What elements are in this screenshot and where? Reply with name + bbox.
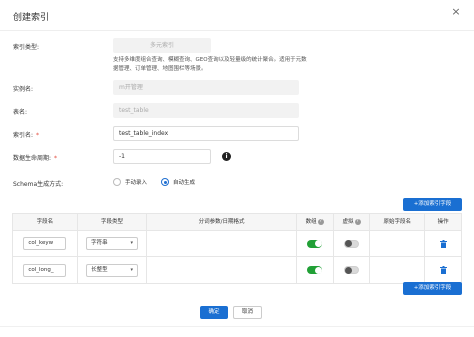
array-toggle[interactable]: [307, 266, 323, 274]
index-type-help: 支持多维度组合查询、模糊查询、GEO查询以及轻量级的统计聚合。适用于元数据管理、…: [113, 57, 307, 72]
radio-auto-label[interactable]: 自动生成: [173, 178, 195, 186]
help-icon[interactable]: ?: [317, 218, 324, 225]
footer-divider: [0, 326, 474, 327]
cell-field-type: 字符串 ▾: [78, 231, 148, 256]
table-name-field: test_table: [113, 103, 299, 118]
cell-virtual: [334, 257, 371, 283]
index-name-input[interactable]: test_table_index: [113, 126, 299, 141]
instance-field: m开管理: [113, 80, 299, 95]
schema-mode-label: Schema生成方式:: [13, 181, 64, 188]
ttl-label-text: 数据生命周期:: [13, 155, 52, 162]
schema-mode-radios: 手动录入 自动生成: [113, 178, 195, 186]
table-row: col_keyw 字符串 ▾: [13, 231, 461, 257]
required-mark: *: [54, 155, 58, 162]
th-field-name: 字段名: [13, 214, 78, 230]
add-field-button-top[interactable]: +添加索引字段: [403, 198, 462, 211]
cell-action: [425, 231, 461, 256]
field-type-select[interactable]: 字符串 ▾: [86, 237, 139, 250]
trash-icon[interactable]: [439, 239, 447, 248]
close-icon[interactable]: ×: [450, 6, 462, 18]
index-name-label-text: 索引名:: [13, 132, 34, 139]
index-fields-table: 字段名 字段类型 分词参数/日期格式 数组? 虚拟? 原始字段名 操作 col_…: [12, 213, 462, 284]
th-array: 数组?: [297, 214, 334, 230]
trash-icon[interactable]: [439, 266, 447, 274]
th-source-field: 原始字段名: [370, 214, 426, 230]
th-virtual: 虚拟?: [334, 214, 371, 230]
confirm-button[interactable]: 确定: [200, 306, 228, 319]
index-type-label: 索引类型:: [13, 44, 40, 51]
virtual-toggle[interactable]: [344, 239, 359, 248]
radio-manual[interactable]: [113, 178, 121, 186]
radio-manual-label[interactable]: 手动录入: [125, 178, 147, 186]
cell-analyzer: [147, 231, 297, 256]
instance-label: 实例名:: [13, 86, 34, 93]
ttl-label: 数据生命周期: *: [13, 153, 57, 162]
field-type-select[interactable]: 长整型 ▾: [86, 263, 139, 277]
field-name-input[interactable]: col_long_: [23, 263, 67, 277]
info-icon[interactable]: i: [222, 152, 231, 161]
th-analyzer: 分词参数/日期格式: [147, 214, 297, 230]
table-name-label: 表名:: [13, 109, 28, 116]
table-row: col_long_ 长整型 ▾: [13, 257, 461, 283]
dialog-title: 创建索引: [13, 13, 50, 23]
array-toggle[interactable]: [307, 239, 323, 248]
cell-source-field: [370, 231, 426, 256]
index-type-field: 多元索引: [113, 38, 211, 53]
cell-field-type: 长整型 ▾: [78, 257, 148, 283]
table-header: 字段名 字段类型 分词参数/日期格式 数组? 虚拟? 原始字段名 操作: [13, 214, 461, 231]
cell-source-field: [370, 257, 426, 283]
cancel-button[interactable]: 取消: [233, 306, 262, 319]
index-name-label: 索引名: *: [13, 130, 39, 139]
field-type-value: 长整型: [91, 266, 108, 273]
th-virtual-text: 虚拟: [342, 219, 354, 225]
title-divider: [0, 30, 474, 31]
th-field-type: 字段类型: [78, 214, 148, 230]
cell-array: [297, 231, 334, 256]
field-name-input[interactable]: col_keyw: [23, 237, 67, 250]
cell-action: [425, 257, 461, 283]
radio-auto[interactable]: [161, 178, 170, 186]
cell-virtual: [334, 231, 371, 256]
field-type-value: 字符串: [91, 240, 108, 246]
help-icon[interactable]: ?: [354, 218, 361, 225]
cell-array: [297, 257, 334, 283]
add-field-button-bottom[interactable]: +添加索引字段: [403, 282, 462, 295]
cell-field-name: col_keyw: [13, 231, 78, 256]
cell-analyzer: [147, 257, 297, 283]
chevron-down-icon: ▾: [130, 266, 134, 273]
virtual-toggle[interactable]: [344, 266, 359, 274]
th-array-text: 数组: [305, 219, 317, 225]
chevron-down-icon: ▾: [130, 240, 134, 246]
required-mark: *: [36, 132, 40, 139]
th-action: 操作: [437, 219, 449, 225]
cell-field-name: col_long_: [13, 257, 78, 283]
ttl-input[interactable]: -1: [113, 149, 211, 164]
